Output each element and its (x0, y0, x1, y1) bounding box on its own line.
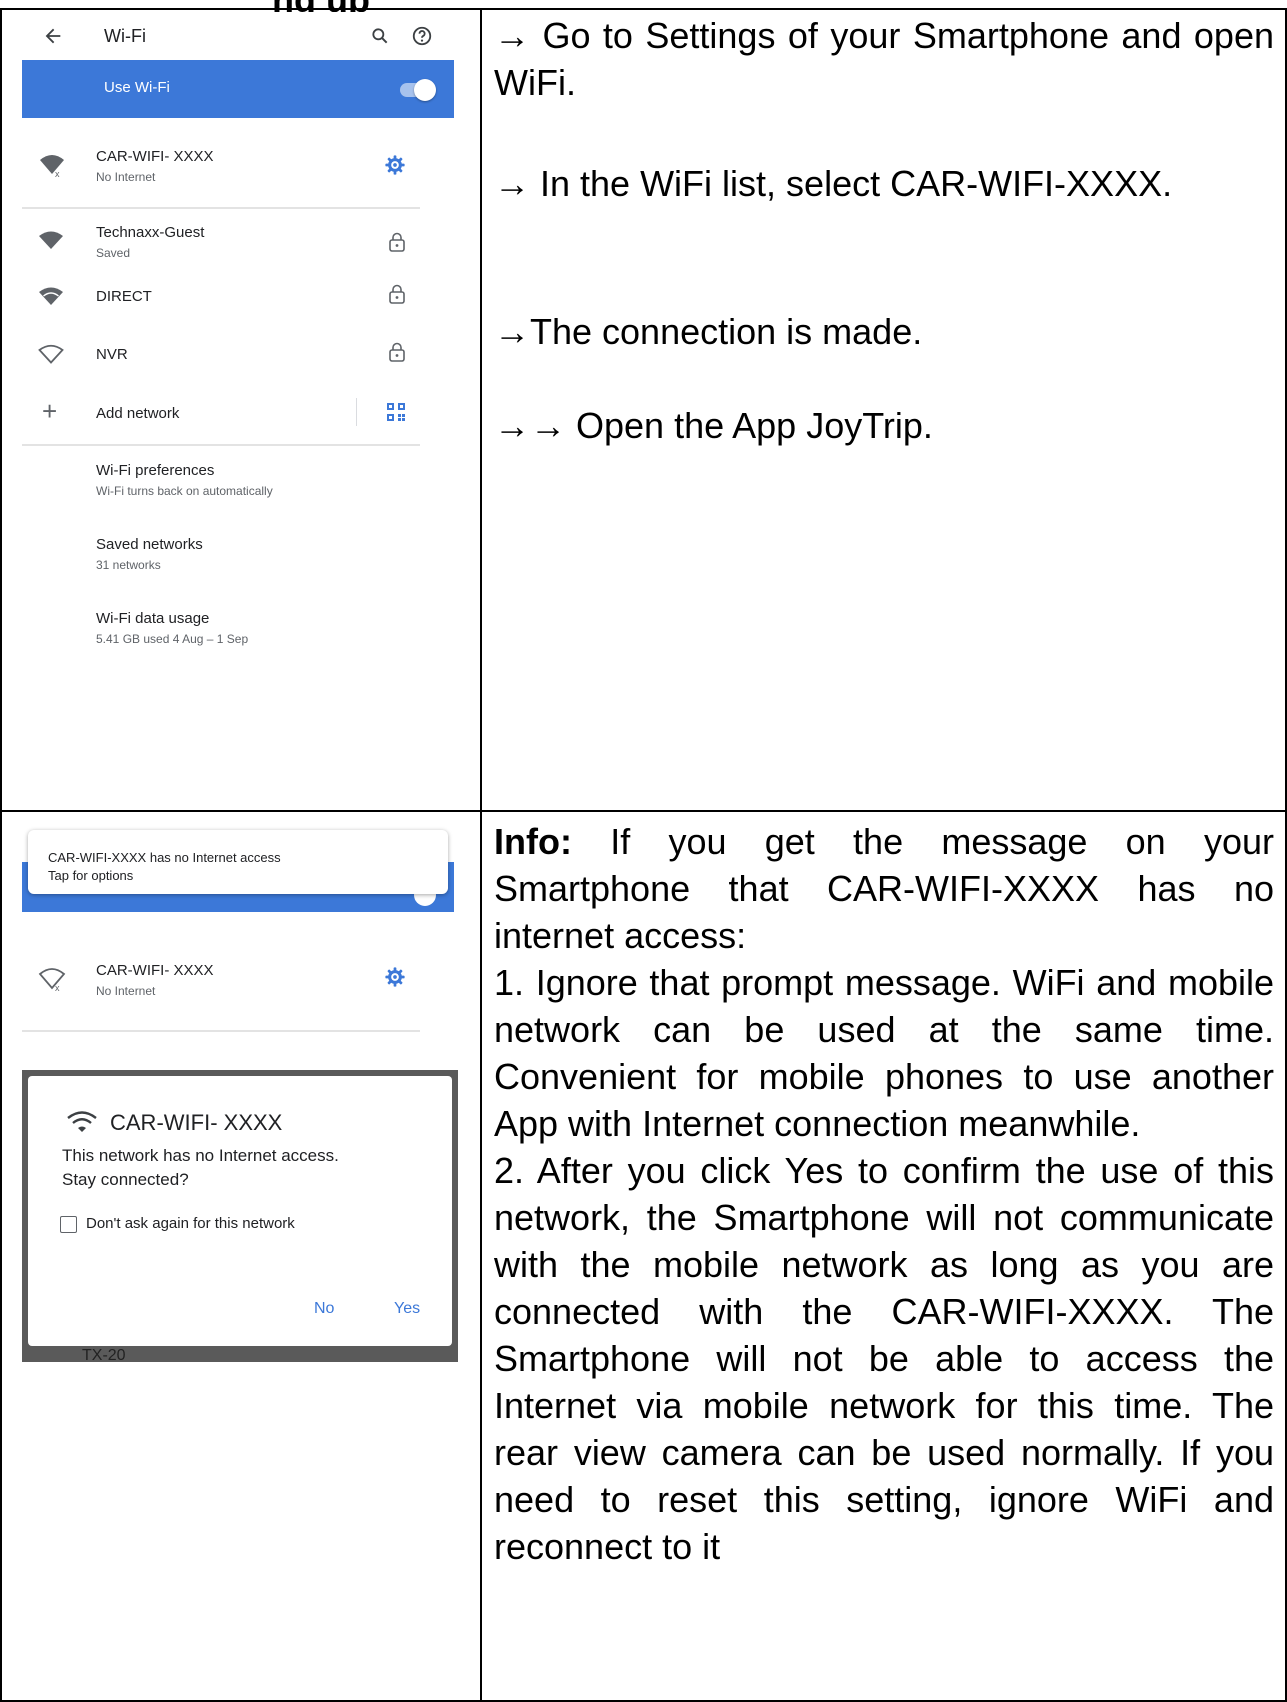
back-arrow-icon[interactable] (42, 25, 64, 47)
gear-icon[interactable] (384, 966, 406, 988)
network-name: NVR (96, 346, 128, 363)
wifi-no-internet-icon: x (38, 152, 66, 178)
use-wifi-label: Use Wi-Fi (104, 79, 170, 96)
network-item-technaxx-guest[interactable]: Technaxx-Guest Saved (22, 210, 454, 268)
wifi-toggle[interactable] (400, 79, 436, 101)
page-title: Wi-Fi (104, 26, 146, 46)
network-name: DIRECT (96, 288, 152, 305)
instruction-step-4: →→ Open the App JoyTrip. (494, 405, 933, 446)
plus-icon: + (42, 396, 58, 426)
network-item-car-wifi[interactable]: x CAR-WIFI- XXXX No Internet (22, 956, 454, 1022)
network-item-car-wifi[interactable]: x CAR-WIFI- XXXX No Internet (22, 132, 454, 198)
setting-subtitle: 5.41 GB used 4 Aug – 1 Sep (96, 632, 249, 646)
instruction-step-2: → In the WiFi list, select CAR-WIFI-XXXX… (494, 163, 1173, 204)
info-point-2: 2. After you click Yes to confirm the us… (494, 1150, 1274, 1567)
network-status: Saved (96, 246, 131, 260)
setting-title: Wi-Fi preferences (96, 462, 215, 479)
setting-subtitle: 31 networks (96, 558, 161, 572)
dialog-title: CAR-WIFI- XXXX (110, 1110, 283, 1135)
saved-networks-item[interactable]: Saved networks 31 networks (22, 522, 454, 586)
stay-connected-dialog-screenshot: CAR-WIFI- XXXX This network has no Inter… (22, 1070, 458, 1362)
setting-title: Saved networks (96, 536, 203, 553)
wifi-data-usage-item[interactable]: Wi-Fi data usage 5.41 GB used 4 Aug – 1 … (22, 596, 454, 660)
checkbox-label: Don't ask again for this network (86, 1215, 295, 1232)
wifi-full-icon (38, 230, 64, 250)
help-icon[interactable] (411, 25, 433, 47)
network-status: No Internet (96, 170, 156, 184)
info-point-1: 1. Ignore that prompt message. WiFi and … (494, 962, 1274, 1144)
info-cell: Info: If you get the message on your Sma… (494, 818, 1274, 1570)
no-internet-notification[interactable]: CAR-WIFI-XXXX has no Internet access Tap… (28, 830, 448, 894)
svg-text:x: x (55, 983, 60, 992)
background-partial-text: TX-20 (82, 1347, 126, 1362)
info-intro: Info: If you get the message on your Sma… (494, 818, 1274, 959)
lock-icon (388, 232, 406, 252)
notification-title: CAR-WIFI-XXXX has no Internet access (48, 850, 281, 865)
no-internet-screenshot-top: CAR-WIFI-XXXX has no Internet access Tap… (22, 816, 454, 1040)
setting-subtitle: Wi-Fi turns back on automatically (96, 484, 273, 498)
yes-button[interactable]: Yes (394, 1300, 420, 1318)
dialog-message-line-2: Stay connected? (62, 1170, 189, 1189)
setting-title: Wi-Fi data usage (96, 610, 210, 627)
instruction-step-3: →The connection is made. (494, 311, 923, 352)
lock-icon (388, 342, 406, 362)
svg-text:x: x (55, 169, 60, 178)
network-item-nvr[interactable]: NVR (22, 332, 454, 378)
no-button[interactable]: No (314, 1300, 334, 1318)
info-intro-text: If you get the message on your Smartphon… (494, 821, 1274, 956)
wifi-outline-icon (38, 344, 64, 364)
stay-connected-dialog: CAR-WIFI- XXXX This network has no Inter… (28, 1076, 452, 1346)
dialog-message-line-1: This network has no Internet access. (62, 1146, 339, 1165)
notification-subtitle: Tap for options (48, 868, 134, 883)
wifi-full-icon (38, 286, 64, 306)
gear-icon[interactable] (384, 154, 406, 176)
network-status: No Internet (96, 984, 156, 998)
network-name: CAR-WIFI- XXXX (96, 148, 214, 165)
lock-icon (388, 284, 406, 304)
wifi-settings-screenshot: Wi-Fi Use Wi-Fi x CAR-WIFI- XXXX No Inte… (22, 12, 454, 800)
dont-ask-checkbox[interactable] (60, 1216, 77, 1233)
wifi-icon (66, 1110, 98, 1134)
network-name: Technaxx-Guest (96, 224, 205, 241)
instruction-step-1: → Go to Settings of your Smartphone and … (494, 15, 1274, 103)
info-label: Info: (494, 821, 572, 862)
network-name: CAR-WIFI- XXXX (96, 962, 214, 979)
qr-code-icon[interactable] (386, 402, 406, 422)
add-network-item[interactable]: + Add network (22, 390, 454, 436)
wifi-no-internet-icon: x (38, 966, 66, 992)
network-item-direct[interactable]: DIRECT (22, 274, 454, 320)
search-icon[interactable] (370, 26, 390, 46)
use-wifi-bar[interactable]: Use Wi-Fi (22, 60, 454, 118)
add-network-label: Add network (96, 405, 180, 422)
wifi-preferences-item[interactable]: Wi-Fi preferences Wi-Fi turns back on au… (22, 448, 454, 512)
